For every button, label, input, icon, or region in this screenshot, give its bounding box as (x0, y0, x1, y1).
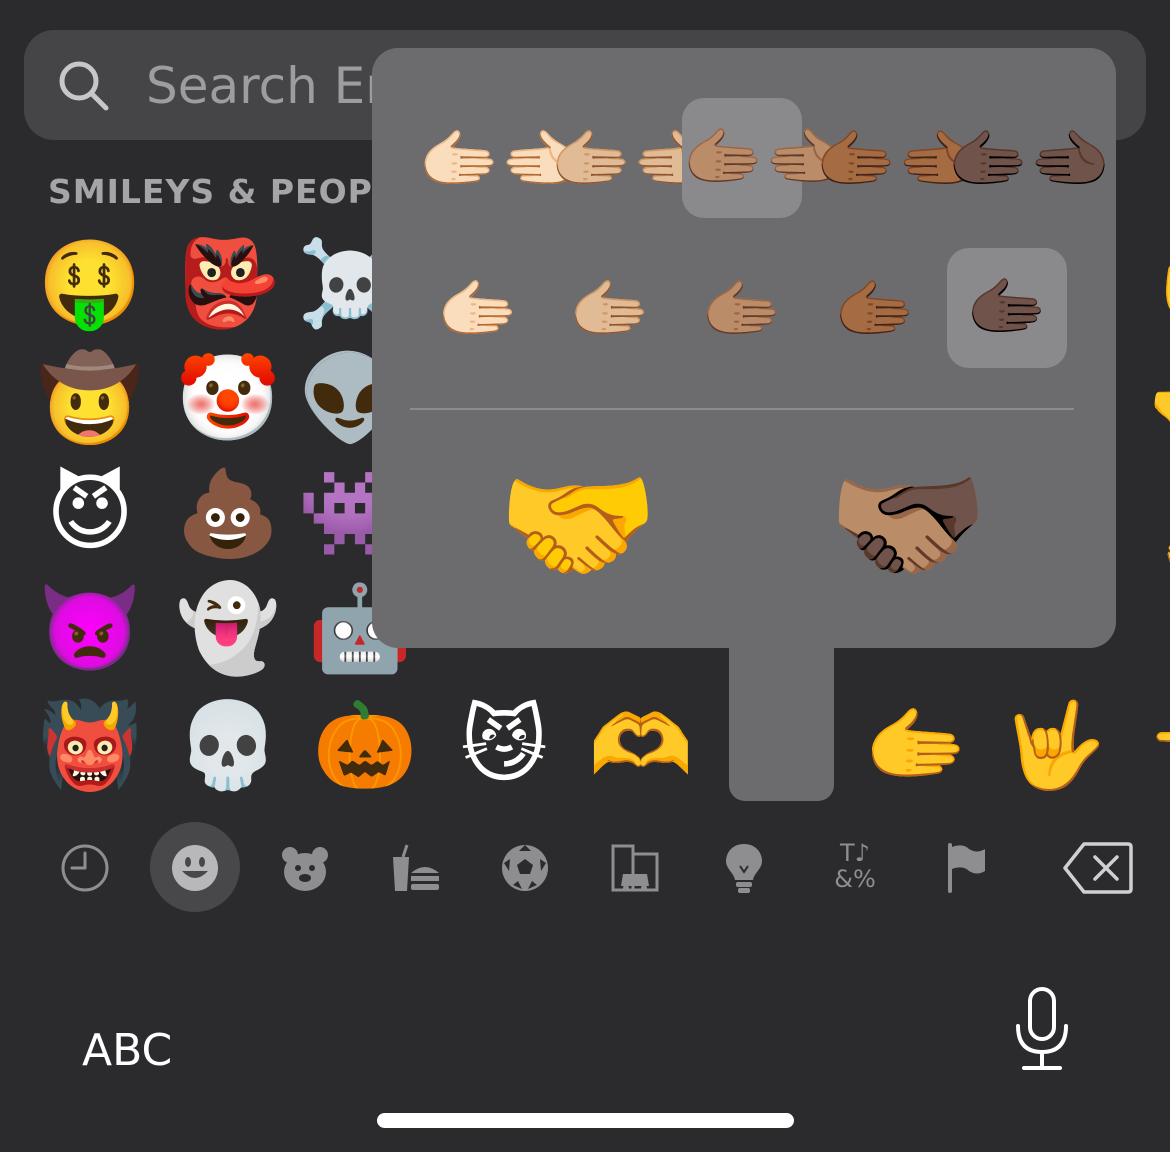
emoji-edge[interactable]: 👈 (1150, 710, 1170, 780)
emoji-edge[interactable]: ✋ (1150, 250, 1170, 320)
lightbulb-icon[interactable] (722, 842, 766, 894)
edge-emoji-column: ✋ 🫳 👌 👈 (1150, 240, 1170, 800)
emoji-edge[interactable]: 👌 (1150, 510, 1170, 580)
flag-icon[interactable] (945, 843, 987, 893)
right-hand-medium-light[interactable]: 🫱🏼 (550, 250, 670, 370)
abc-keyboard-button[interactable]: ABC (82, 1026, 172, 1076)
emoji-poop[interactable]: 💩 (173, 458, 283, 568)
right-hand-light[interactable]: 🫱🏻 (418, 250, 538, 370)
emoji-edge[interactable]: 🫳 (1150, 375, 1170, 445)
emoji-goblin[interactable]: 👺 (173, 228, 283, 338)
emoji-fist[interactable]: 🫱 (861, 690, 971, 800)
home-indicator (377, 1113, 794, 1128)
emoji-ogre[interactable]: 👹 (35, 690, 145, 800)
section-title: SMILEYS & PEOPL (48, 172, 395, 211)
popover-divider (410, 408, 1074, 410)
symbols-icon[interactable]: T♪ &% (829, 840, 881, 896)
search-icon (59, 61, 109, 111)
emoji-money-mouth[interactable]: 🤑 (35, 228, 145, 338)
right-hand-medium-dark[interactable]: 🫱🏾 (815, 250, 935, 370)
ball-icon[interactable] (500, 843, 550, 893)
emoji-smiling-devil[interactable]: 😈 (35, 458, 145, 568)
clock-icon[interactable] (60, 843, 110, 893)
handshake-light[interactable]: 🫱🏻‍🫲🏻 (418, 100, 582, 220)
food-icon[interactable] (389, 843, 441, 893)
delete-backspace-icon[interactable] (1062, 840, 1134, 896)
handshake-medium[interactable]: 🫱🏽‍🫲🏽 (682, 98, 846, 218)
travel-icon[interactable] (609, 842, 661, 894)
animal-icon[interactable] (279, 843, 331, 893)
handshake-medium-light[interactable]: 🫱🏼‍🫲🏼 (550, 100, 714, 220)
emoji-smirk-cat[interactable]: 😼 (449, 690, 559, 800)
emoji-cowboy[interactable]: 🤠 (35, 343, 145, 453)
emoji-jack-o-lantern[interactable]: 🎃 (310, 690, 420, 800)
smiley-icon[interactable] (170, 843, 220, 893)
emoji-clown[interactable]: 🤡 (173, 343, 283, 453)
emoji-angry-devil[interactable]: 👿 (35, 573, 145, 683)
handshake-medium-dark[interactable]: 🫱🏾‍🫲🏾 (815, 100, 979, 220)
right-hand-dark[interactable]: 🫱🏿 (947, 248, 1067, 368)
emoji-ghost[interactable]: 👻 (173, 573, 283, 683)
handshake-default[interactable]: 🤝 (493, 440, 663, 610)
handshake-combined-preview[interactable]: 🫱🏽‍🫲🏿 (823, 440, 993, 610)
handshake-dark[interactable]: 🫱🏿‍🫲🏿 (947, 100, 1111, 220)
right-hand-medium[interactable]: 🫱🏽 (682, 250, 802, 370)
microphone-icon[interactable] (1010, 986, 1074, 1072)
emoji-skull[interactable]: 💀 (173, 690, 283, 800)
emoji-heart-hands[interactable]: 🫶 (586, 690, 696, 800)
emoji-love-you-gesture[interactable]: 🤟 (999, 690, 1109, 800)
